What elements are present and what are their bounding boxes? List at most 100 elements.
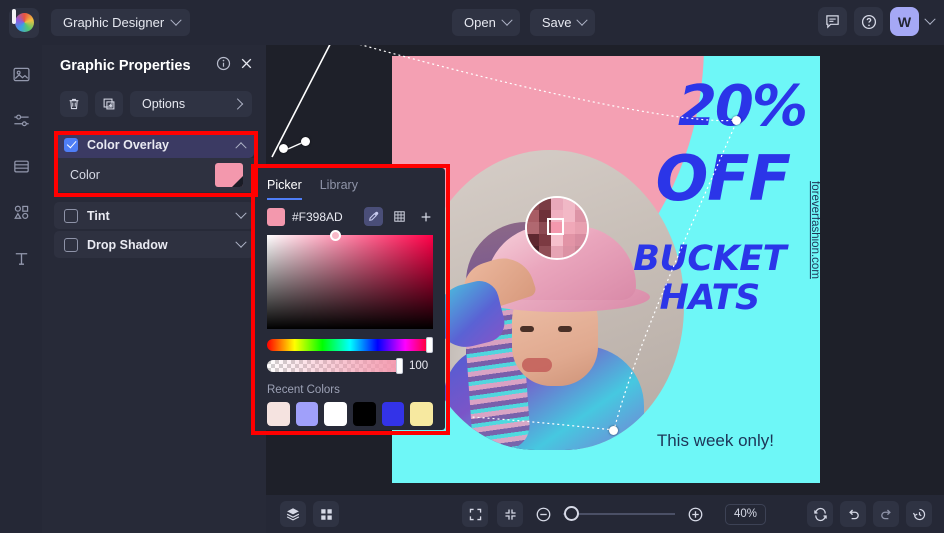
app-logo-button[interactable]: [9, 7, 39, 38]
recent-color-swatch[interactable]: [267, 402, 290, 426]
zoom-level-value[interactable]: 40%: [725, 503, 767, 525]
alpha-value[interactable]: 100: [409, 360, 433, 372]
panel-toolbar: Options: [42, 87, 266, 117]
duplicate-button[interactable]: [95, 91, 123, 117]
graphic-properties-panel: Graphic Properties Options Color Overlay…: [42, 45, 266, 533]
eyedropper-cursor: [547, 218, 564, 235]
shapes-icon: [13, 205, 28, 219]
comment-icon: [826, 15, 839, 29]
recent-color-swatch[interactable]: [295, 402, 319, 426]
recent-color-swatch[interactable]: [324, 402, 348, 426]
saturation-value-field[interactable]: [267, 230, 433, 329]
tint-checkbox[interactable]: [64, 208, 78, 223]
options-button[interactable]: Options: [130, 91, 252, 117]
help-circle-icon: [861, 14, 876, 29]
artboard-headline-off: OFF: [655, 142, 791, 215]
rail-item-adjustments[interactable]: [8, 107, 34, 133]
chevron-down-icon: [501, 14, 513, 26]
info-circle-icon: [216, 56, 231, 71]
comment-button[interactable]: [818, 7, 847, 36]
tint-label: Tint: [87, 208, 110, 223]
fit-content-icon: [504, 508, 516, 520]
tab-picker[interactable]: Picker: [267, 178, 302, 200]
recent-color-swatch[interactable]: [410, 402, 434, 426]
picker-tabs: Picker Library: [255, 168, 445, 200]
section-color-overlay[interactable]: Color Overlay: [54, 131, 254, 158]
save-dropdown[interactable]: Save: [529, 9, 596, 36]
account-chevron-down-icon[interactable]: [924, 13, 936, 25]
artboard[interactable]: 20% OFF BUCKET HATS This week only! fore…: [392, 56, 820, 483]
zoom-slider[interactable]: [563, 506, 675, 521]
image-icon: [12, 67, 30, 81]
color-swatch-button[interactable]: [215, 163, 243, 187]
user-avatar[interactable]: W: [890, 7, 919, 36]
alpha-slider[interactable]: [267, 358, 403, 374]
add-color-button[interactable]: [416, 207, 435, 226]
section-drop-shadow[interactable]: Drop Shadow: [54, 231, 254, 258]
selection-handle[interactable]: [301, 137, 310, 146]
artboard-website: foreverfashion.com: [809, 181, 820, 279]
layers-button[interactable]: [280, 501, 306, 527]
grid-icon: [320, 508, 332, 520]
undo-icon: [848, 509, 859, 519]
help-button[interactable]: [854, 7, 883, 36]
selection-handle[interactable]: [732, 116, 741, 125]
eyedropper-button[interactable]: [364, 207, 383, 226]
rail-item-image[interactable]: [8, 61, 34, 87]
picker-current-swatch[interactable]: [267, 207, 285, 226]
history-button[interactable]: [906, 501, 932, 527]
recent-color-swatch[interactable]: [353, 402, 376, 426]
saturation-value-handle[interactable]: [330, 230, 341, 241]
selection-handle[interactable]: [279, 144, 288, 153]
rail-item-text[interactable]: [8, 245, 34, 271]
section-tint[interactable]: Tint: [54, 202, 254, 229]
chevron-down-icon: [235, 236, 247, 248]
fit-screen-button[interactable]: [462, 501, 488, 527]
left-tool-rail: [0, 45, 42, 533]
hue-slider-handle[interactable]: [426, 337, 433, 353]
hue-slider[interactable]: [267, 337, 433, 353]
color-label: Color: [70, 168, 100, 182]
alpha-slider-handle[interactable]: [396, 358, 403, 374]
grid-button[interactable]: [313, 501, 339, 527]
color-overlay-checkbox[interactable]: [64, 137, 78, 152]
layers-list-icon: [13, 160, 29, 172]
recent-color-swatch[interactable]: [381, 402, 405, 426]
duplicate-icon: [103, 98, 115, 110]
panel-close-button[interactable]: [239, 56, 254, 76]
fit-screen-icon: [469, 508, 481, 520]
grid-palette-icon: [394, 211, 405, 222]
save-label: Save: [541, 15, 572, 30]
tab-library[interactable]: Library: [320, 178, 358, 200]
redo-button[interactable]: [873, 501, 899, 527]
reset-button[interactable]: [807, 501, 833, 527]
palette-button[interactable]: [390, 207, 409, 226]
color-picker-popup[interactable]: Picker Library #F398AD 100 Recent Colors: [255, 168, 445, 430]
zoom-slider-handle[interactable]: [564, 506, 579, 521]
panel-info-button[interactable]: [216, 56, 231, 76]
center-actions: Open Save: [452, 9, 596, 36]
chevron-down-icon: [235, 207, 247, 219]
rail-item-layers-list[interactable]: [8, 153, 34, 179]
delete-button[interactable]: [60, 91, 88, 117]
drop-shadow-checkbox[interactable]: [64, 237, 78, 252]
undo-button[interactable]: [840, 501, 866, 527]
selection-handle[interactable]: [609, 426, 618, 435]
right-actions: W: [818, 7, 936, 36]
bottom-right-actions: [807, 501, 932, 527]
open-dropdown[interactable]: Open: [452, 9, 520, 36]
rail-item-shapes[interactable]: [8, 199, 34, 225]
picker-hex-row: #F398AD: [255, 200, 445, 226]
fit-content-button[interactable]: [497, 501, 523, 527]
document-name-dropdown[interactable]: Graphic Designer: [51, 9, 191, 36]
picker-hex-value[interactable]: #F398AD: [292, 210, 357, 224]
text-icon: [15, 252, 27, 265]
color-overlay-label: Color Overlay: [87, 137, 169, 152]
recent-colors-label: Recent Colors: [267, 384, 340, 396]
zoom-in-button[interactable]: [684, 503, 706, 525]
top-bar: Graphic Designer Open Save W: [0, 0, 944, 45]
artboard-subline: This week only!: [656, 431, 774, 450]
avatar-initial: W: [897, 13, 912, 30]
app-root: Graphic Designer Open Save W Graphic Pro…: [0, 0, 944, 533]
zoom-out-button[interactable]: [532, 503, 554, 525]
